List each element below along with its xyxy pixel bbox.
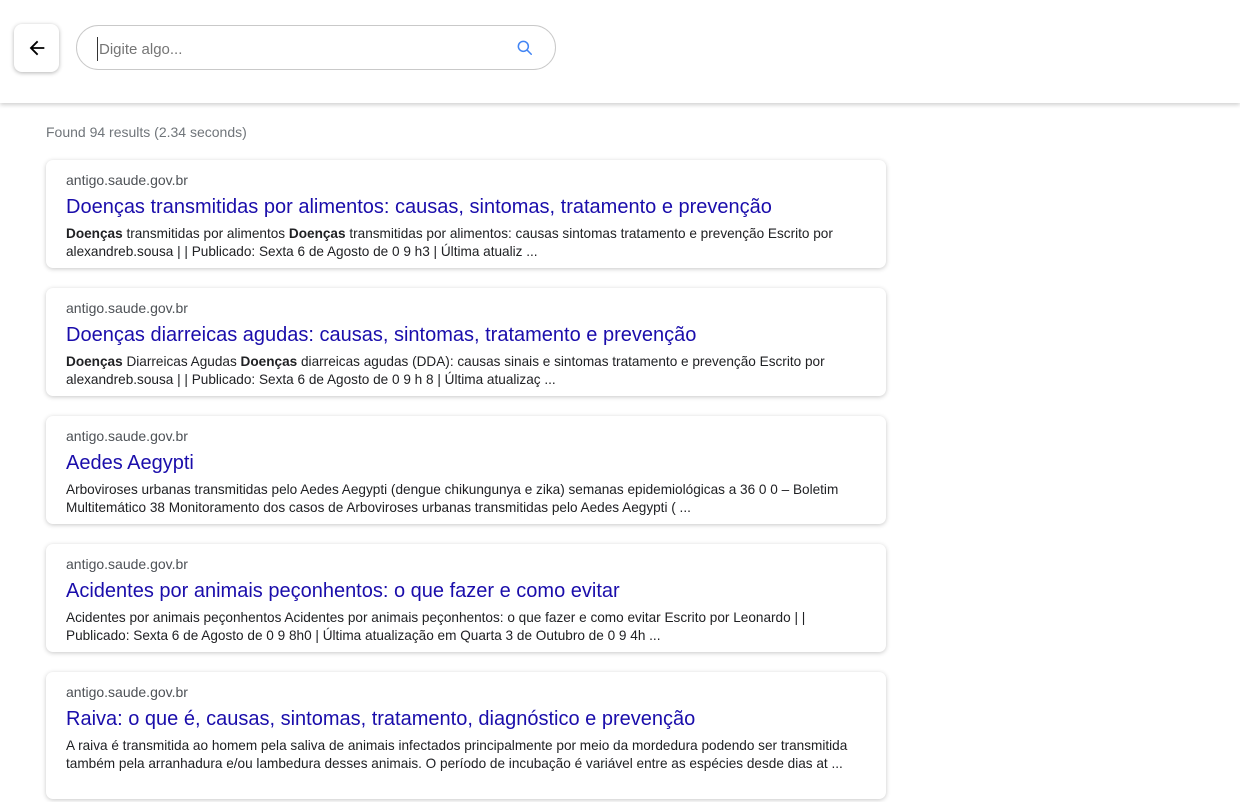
search-icon[interactable]	[515, 38, 535, 58]
result-snippet: Doenças Diarreicas Agudas Doenças diarre…	[66, 353, 866, 389]
snippet-text: transmitidas por alimentos	[122, 226, 289, 241]
arrow-left-icon	[29, 40, 44, 56]
search-bar	[76, 25, 556, 70]
snippet-highlight: Doenças	[66, 226, 123, 241]
result-domain: antigo.saude.gov.br	[66, 300, 188, 316]
result-domain: antigo.saude.gov.br	[66, 684, 188, 700]
result-domain: antigo.saude.gov.br	[66, 428, 188, 444]
snippet-text: A raiva é transmitida ao homem pela sali…	[66, 738, 848, 771]
result-title-link[interactable]: Acidentes por animais peçonhentos: o que…	[66, 579, 866, 603]
snippet-highlight: Doenças	[240, 354, 298, 369]
result-title-link[interactable]: Doenças transmitidas por alimentos: caus…	[66, 195, 866, 219]
search-input[interactable]	[97, 37, 501, 61]
result-card: antigo.saude.gov.br Aedes Aegypti Arboviro…	[46, 416, 886, 524]
snippet-highlight: Doenças	[288, 226, 346, 241]
result-snippet: Doenças transmitidas por alimentos Doenç…	[66, 225, 866, 261]
result-domain: antigo.saude.gov.br	[66, 556, 188, 572]
result-snippet: Arboviroses urbanas transmitidas pelo Ae…	[66, 481, 866, 517]
result-snippet: Acidentes por animais peçonhentos Aciden…	[66, 609, 866, 645]
snippet-highlight: Doenças	[66, 354, 123, 369]
snippet-text: Diarreicas Agudas	[122, 354, 241, 369]
back-button[interactable]	[14, 24, 59, 72]
result-title-link[interactable]: Raiva: o que é, causas, sintomas, tratam…	[66, 707, 866, 731]
top-bar	[0, 0, 1240, 103]
result-card: antigo.saude.gov.br Acidentes por animais…	[46, 544, 886, 652]
result-card: antigo.saude.gov.br Raiva: o que é, causa…	[46, 672, 886, 799]
results-area: Found 94 results (2.34 seconds) antigo.s…	[0, 103, 1240, 802]
result-card: antigo.saude.gov.br Doenças transmitidas …	[46, 160, 886, 268]
result-title-link[interactable]: Aedes Aegypti	[66, 451, 866, 475]
snippet-text: Arboviroses urbanas transmitidas pelo Ae…	[66, 482, 839, 515]
result-snippet: A raiva é transmitida ao homem pela sali…	[66, 737, 866, 773]
snippet-text: Acidentes por animais peçonhentos Aciden…	[66, 610, 806, 643]
result-card: antigo.saude.gov.br Doenças diarreicas ag…	[46, 288, 886, 396]
results-stats: Found 94 results (2.34 seconds)	[46, 124, 247, 140]
result-title-link[interactable]: Doenças diarreicas agudas: causas, sinto…	[66, 323, 866, 347]
result-domain: antigo.saude.gov.br	[66, 172, 188, 188]
